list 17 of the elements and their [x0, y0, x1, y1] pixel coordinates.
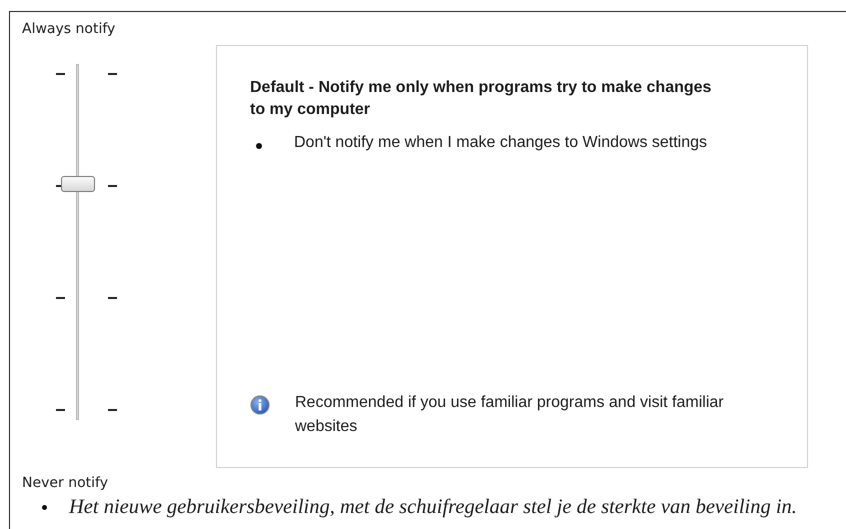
- tick-mark: [108, 297, 117, 299]
- bullet-icon: [256, 143, 262, 149]
- slider-bottom-label: Never notify: [22, 474, 109, 492]
- tick-mark: [108, 73, 117, 75]
- caption-text: Het nieuwe gebruikersbeveiling, met de schuifregelaar stel je de sterkte van beveiling in.: [69, 496, 797, 518]
- recommendation-text: Recommended if you use familiar programs and visit familiar websites: [295, 393, 725, 437]
- bullet-text: Don't notify me when I make changes to Windows settings: [294, 133, 708, 153]
- tick-mark: [108, 185, 117, 187]
- tick-mark: [56, 297, 65, 299]
- tick-mark: [56, 73, 65, 75]
- slider-thumb[interactable]: [61, 176, 95, 192]
- tick-mark: [56, 409, 65, 411]
- info-icon: [250, 395, 270, 415]
- tick-mark: [108, 409, 117, 411]
- bullet-icon: [42, 504, 47, 510]
- slider-top-label: Always notify: [22, 20, 116, 38]
- level-title: Default - Notify me only when programs try to make changes to my computer: [250, 78, 712, 120]
